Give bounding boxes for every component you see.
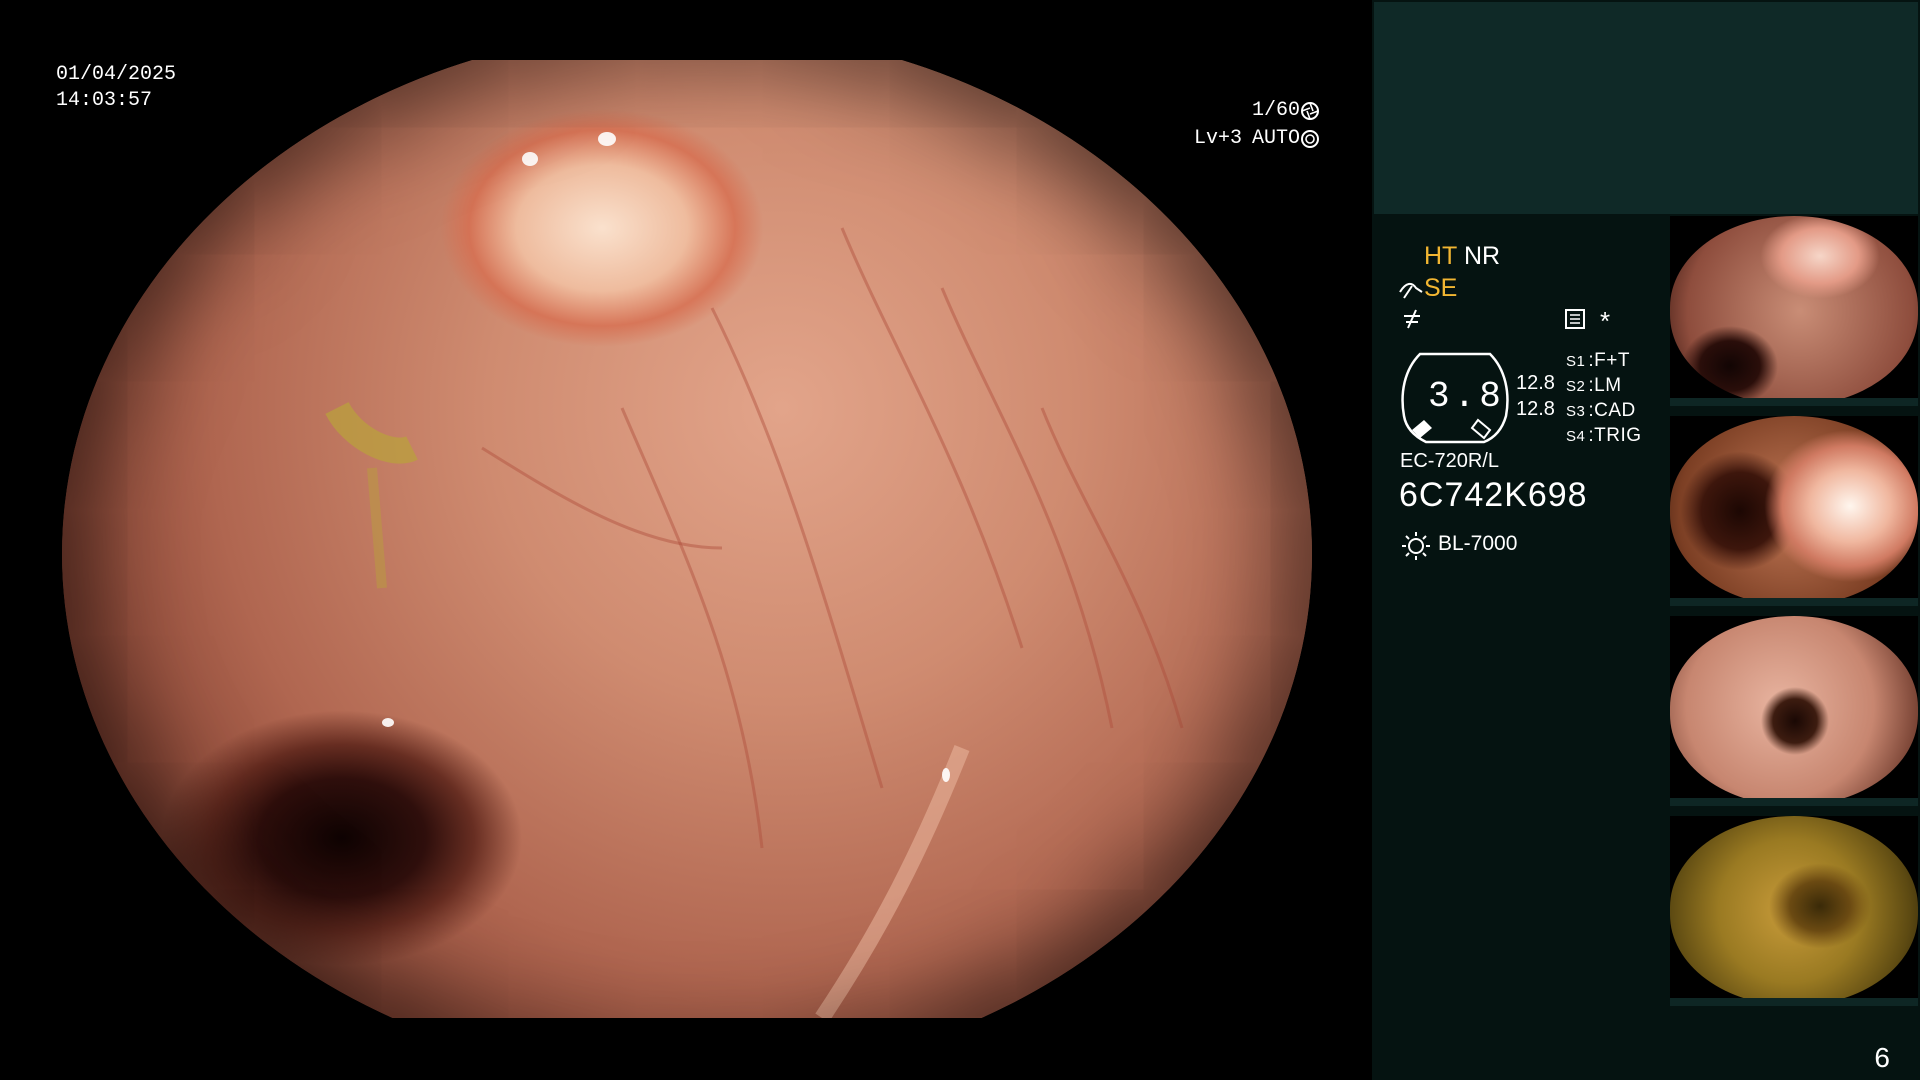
thumbnail-4[interactable] bbox=[1670, 816, 1918, 1006]
switch-value: TRIG bbox=[1594, 425, 1642, 446]
thumbnail-image bbox=[1670, 816, 1918, 1006]
specular-highlight bbox=[382, 718, 394, 727]
shutter-speed: 1/60 bbox=[1252, 99, 1301, 122]
thumbnail-bar bbox=[1670, 398, 1918, 406]
scope-bend-icon bbox=[1399, 282, 1423, 299]
switch-key: S2 bbox=[1566, 378, 1586, 395]
endoscopic-image bbox=[62, 60, 1312, 1018]
gauge-value: 3.8 bbox=[1428, 376, 1505, 417]
ht-mode: HT bbox=[1424, 242, 1458, 270]
page-number: 6 bbox=[1874, 1042, 1890, 1073]
thumbnail-image bbox=[1670, 216, 1918, 406]
specular-highlight bbox=[598, 132, 616, 146]
thumbnail-bar bbox=[1670, 598, 1918, 606]
thumbnail-bar bbox=[1670, 798, 1918, 806]
brightness-level: Lv+3 bbox=[1194, 127, 1243, 150]
aperture-icon bbox=[1301, 102, 1319, 120]
settings-icon bbox=[1565, 309, 1585, 329]
thumbnail-bar bbox=[1670, 998, 1918, 1006]
switch-row-1: S1:F+T bbox=[1566, 350, 1630, 371]
switch-value: CAD bbox=[1594, 400, 1636, 421]
nr-mode: NR bbox=[1464, 242, 1501, 270]
switch-row-3: S3:CAD bbox=[1566, 400, 1636, 421]
iris-icon bbox=[1301, 130, 1319, 148]
scope-model: EC-720R/L bbox=[1400, 450, 1499, 472]
light-source-icon bbox=[1402, 532, 1430, 560]
exam-date: 01/04/2025 bbox=[56, 63, 177, 86]
thumbnail-image bbox=[1670, 416, 1918, 606]
freeze-icon bbox=[1404, 309, 1420, 329]
mucosa-vessels bbox=[325, 227, 1184, 1018]
light-source-label: BL-7000 bbox=[1438, 532, 1518, 555]
switch-key: S4 bbox=[1566, 428, 1586, 445]
switch-key: S1 bbox=[1566, 353, 1586, 370]
asterisk-marker: * bbox=[1600, 306, 1611, 336]
thumbnail-2[interactable] bbox=[1670, 416, 1918, 606]
scope-serial: 6C742K698 bbox=[1399, 476, 1588, 514]
specular-highlight bbox=[942, 768, 950, 782]
thumbnail-3[interactable] bbox=[1670, 616, 1918, 806]
exposure-mode: AUTO bbox=[1252, 127, 1301, 150]
specular-highlight bbox=[522, 152, 538, 166]
switch-row-4: S4:TRIG bbox=[1566, 425, 1642, 446]
exam-time: 14:03:57 bbox=[56, 89, 153, 112]
switch-key: S3 bbox=[1566, 403, 1586, 420]
thumbnail-1[interactable] bbox=[1670, 216, 1918, 406]
switch-row-2: S2:LM bbox=[1566, 375, 1622, 396]
switch-value: LM bbox=[1594, 375, 1622, 396]
switch-value: F+T bbox=[1594, 350, 1630, 371]
thumbnail-image bbox=[1670, 616, 1918, 806]
endoscope-live-view: 01/04/2025 14:03:57 1/60 Lv+3 AUTO bbox=[0, 0, 1372, 1080]
se-mode: SE bbox=[1424, 274, 1458, 302]
gauge-right-top: 12.8 bbox=[1516, 372, 1555, 394]
gauge-right-bottom: 12.8 bbox=[1516, 398, 1555, 420]
panel-header-block bbox=[1374, 2, 1918, 214]
